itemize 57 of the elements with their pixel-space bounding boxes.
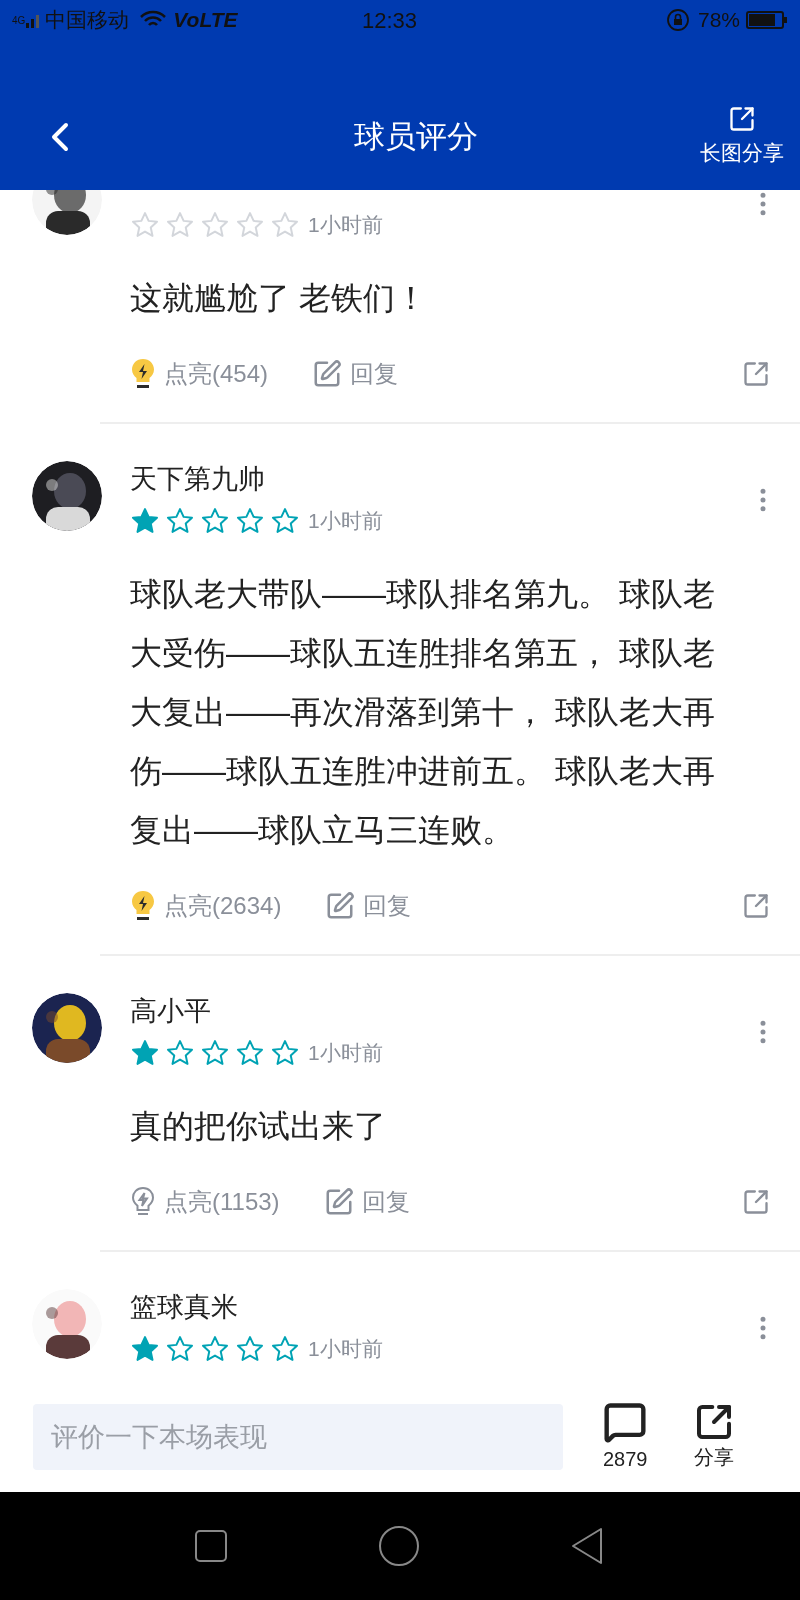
star-icon (270, 210, 300, 240)
reply-icon (312, 359, 343, 389)
timestamp: 1小时前 (308, 508, 383, 535)
star-icon (165, 506, 195, 536)
username: 篮球真米 (130, 1290, 238, 1324)
username: 高小平 (130, 994, 211, 1028)
star-icon (165, 1038, 195, 1068)
like-button[interactable]: 点亮(2634) (130, 888, 282, 924)
comment-text: 这就尴尬了 老铁们！ (130, 279, 428, 318)
star-icon (235, 1038, 265, 1068)
share-icon[interactable] (742, 1188, 770, 1216)
star-icon (200, 506, 230, 536)
star-icon (270, 1334, 300, 1364)
star-icon (235, 210, 265, 240)
like-button[interactable]: 点亮(1153) (130, 1184, 280, 1220)
page-title: 球员评分 (354, 117, 478, 156)
reply-button[interactable]: 回复 (325, 888, 412, 924)
reply-button[interactable]: 回复 (312, 356, 399, 392)
share-icon[interactable] (742, 892, 770, 920)
comment-icon (603, 1400, 648, 1444)
star-icon (235, 1334, 265, 1364)
comment-text: 真的把你试出来了 (130, 1107, 387, 1146)
timestamp: 1小时前 (308, 1336, 383, 1363)
timestamp: 1小时前 (308, 212, 383, 239)
star-icon (200, 1334, 230, 1364)
star-icon (130, 1334, 160, 1364)
star-icon (165, 210, 195, 240)
star-icon (235, 506, 265, 536)
volte-label: VoLTE (173, 7, 238, 34)
reply-button[interactable]: 回复 (323, 1184, 410, 1220)
comments-button[interactable]: 2879 (603, 1400, 648, 1474)
battery-icon (746, 11, 788, 29)
star-icon (200, 210, 230, 240)
reply-icon (325, 891, 356, 921)
network-label: 4G (12, 13, 26, 28)
long-image-share-button[interactable]: 长图分享 (700, 105, 784, 169)
star-icon (165, 1334, 195, 1364)
timestamp: 1小时前 (308, 1040, 383, 1067)
star-icon (130, 506, 160, 536)
battery-level: 78% (697, 7, 740, 34)
clock: 12:33 (362, 6, 418, 35)
star-icon (130, 210, 160, 240)
carrier-label: 中国移动 (45, 7, 130, 34)
recent-apps-icon[interactable] (194, 1529, 228, 1563)
share-icon (728, 105, 756, 134)
home-icon[interactable] (378, 1525, 420, 1567)
comment-text: 球队老大带队——球队排名第九。 球队老大受伤——球队五连胜排名第五， 球队老大复出——再次滑落到第十， 球队老大再伤——球队五连胜冲进前五。 球队老大再复出——球队立马三连败。 (130, 575, 716, 850)
share-icon[interactable] (742, 360, 770, 388)
comment-input-field[interactable]: 评价一下本场表现 (33, 1404, 563, 1470)
share-button[interactable]: 分享 (693, 1402, 734, 1472)
username: 天下第九帅 (130, 462, 265, 496)
star-icon (270, 506, 300, 536)
star-icon (130, 1038, 160, 1068)
star-icon (200, 1038, 230, 1068)
rotation-lock-icon (665, 8, 690, 32)
star-icon (270, 1038, 300, 1068)
like-button[interactable]: 点亮(454) (130, 356, 269, 392)
